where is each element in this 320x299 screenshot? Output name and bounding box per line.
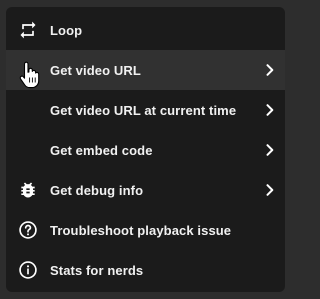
menu-item-get-video-url-at-time[interactable]: Get video URL at current time xyxy=(6,90,285,130)
help-circle-icon xyxy=(6,210,50,250)
chevron-right-icon xyxy=(255,90,285,130)
menu-item-loop[interactable]: Loop xyxy=(6,10,285,50)
menu-item-label: Troubleshoot playback issue xyxy=(50,222,232,238)
bug-icon xyxy=(6,170,50,210)
menu-item-label: Get video URL xyxy=(50,62,141,78)
info-circle-icon xyxy=(6,250,50,290)
chevron-right-icon xyxy=(255,170,285,210)
menu-item-stats-for-nerds[interactable]: Stats for nerds xyxy=(6,250,285,290)
chevron-right-icon xyxy=(255,50,285,90)
menu-item-get-debug-info[interactable]: Get debug info xyxy=(6,170,285,210)
context-menu: Loop Get video URL Get video URL at curr… xyxy=(6,7,285,292)
menu-item-troubleshoot-playback[interactable]: Troubleshoot playback issue xyxy=(6,210,285,250)
menu-item-label: Get debug info xyxy=(50,182,144,198)
menu-item-get-video-url[interactable]: Get video URL xyxy=(6,50,285,90)
menu-item-label: Stats for nerds xyxy=(50,262,144,278)
menu-item-label: Get video URL at current time xyxy=(50,102,237,118)
menu-item-get-embed-code[interactable]: Get embed code xyxy=(6,130,285,170)
loop-icon xyxy=(6,10,50,50)
menu-item-label: Get embed code xyxy=(50,142,153,158)
page: Loop Get video URL Get video URL at curr… xyxy=(0,0,289,299)
chevron-right-icon xyxy=(255,130,285,170)
menu-item-label: Loop xyxy=(50,22,83,38)
